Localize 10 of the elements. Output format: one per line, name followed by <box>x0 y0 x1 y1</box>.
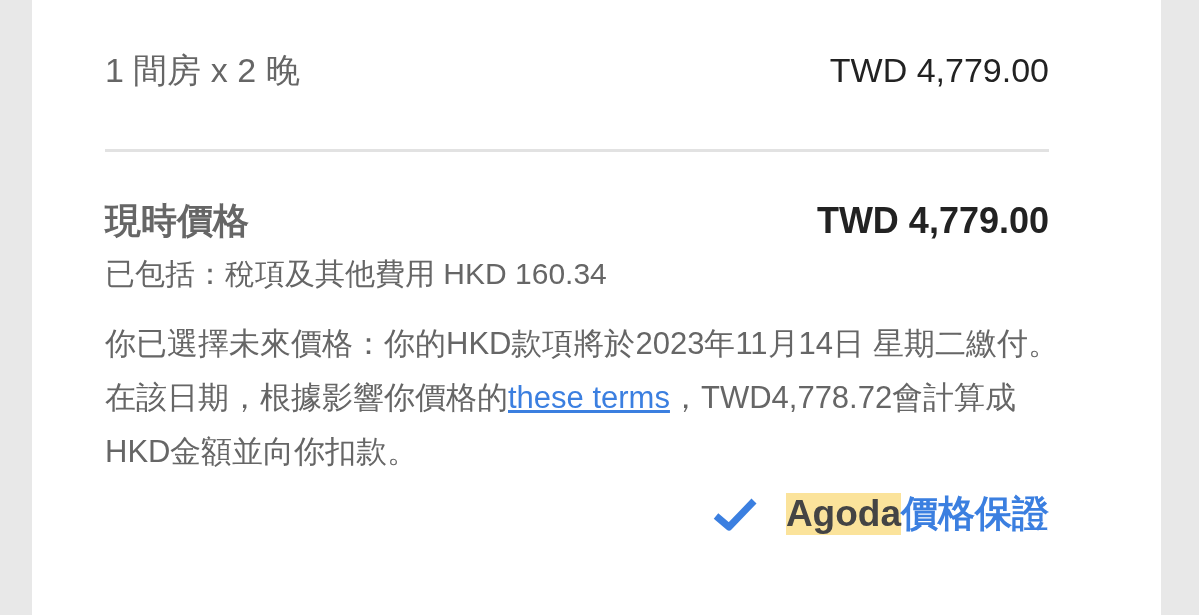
room-nights-label: 1 間房 x 2 晚 <box>105 49 300 91</box>
future-price-note: 你已選擇未來價格：你的HKD款項將於2023年11月14日 星期二繳付。在該日期，根據影響你價格的these terms，TWD4,778.72會計算成HKD金額並向你扣款。 <box>105 325 1060 471</box>
checkmark-icon <box>711 496 758 532</box>
current-price-amount: TWD 4,779.00 <box>816 200 1049 242</box>
taxes-note: 已包括：稅項及其他費用 HKD 160.34 <box>105 256 608 292</box>
current-price-label: 現時價格 <box>105 198 249 243</box>
price-guarantee-link[interactable]: 價格保證 <box>901 489 1049 539</box>
room-price: TWD 4,779.00 <box>829 51 1049 90</box>
terms-link[interactable]: these terms <box>508 380 670 415</box>
brand-name: Agoda <box>785 493 901 535</box>
